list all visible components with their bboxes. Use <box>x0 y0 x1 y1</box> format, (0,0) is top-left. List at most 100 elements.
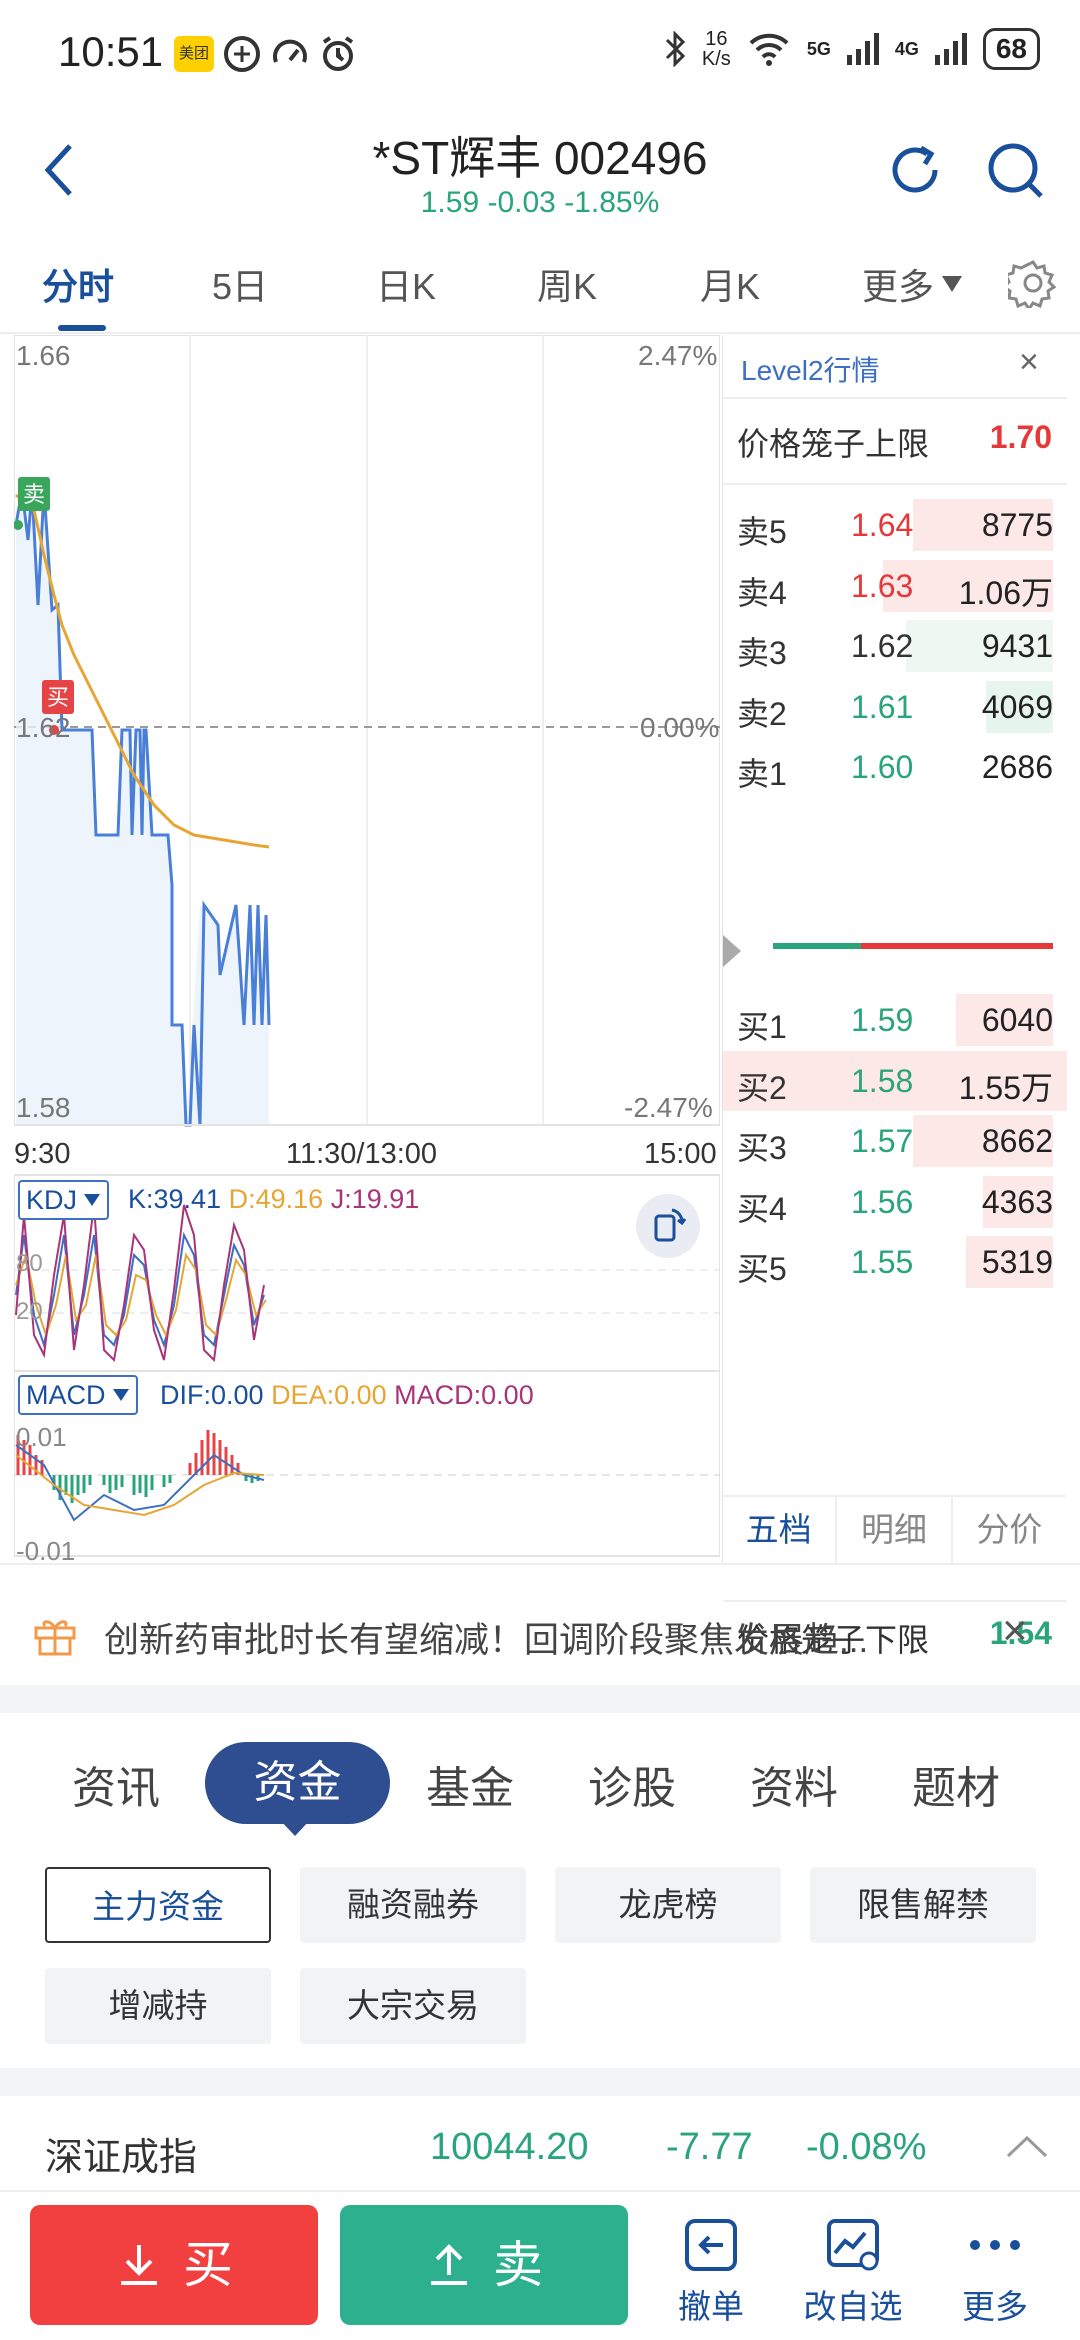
refresh-button[interactable] <box>885 140 945 205</box>
cancel-order-icon <box>685 2219 737 2271</box>
status-icons-right: 16 K/s 5G 4G 68 <box>664 28 1040 70</box>
ask-volume: 8775 <box>981 507 1053 543</box>
ask-label: 卖5 <box>737 514 787 550</box>
bid-label: 买1 <box>737 1009 787 1045</box>
upper-limit-label: 价格笼子上限 <box>737 426 930 462</box>
macd-values: DIF:0.00 DEA:0.00 MACD:0.00 <box>160 1380 534 1410</box>
price-high-label: 1.66 <box>16 340 71 371</box>
tab-details[interactable]: 明细 <box>837 1497 953 1565</box>
pct-low-label: -2.47% <box>624 1092 713 1123</box>
cat-fund[interactable]: 基金 <box>426 1752 514 1816</box>
bid-price: 1.56 <box>851 1183 914 1220</box>
alarm-icon <box>322 36 354 71</box>
more-button[interactable]: 更多 <box>940 2210 1050 2328</box>
tab-monthly-k[interactable]: 月K <box>700 258 760 310</box>
cancel-order-button[interactable]: 撤单 <box>656 2210 766 2328</box>
ask-row[interactable]: 卖1 1.60 2686 <box>723 737 1067 797</box>
ask-row[interactable]: 卖2 1.61 4069 <box>723 677 1067 737</box>
tab-daily-k[interactable]: 日K <box>376 258 436 310</box>
rotate-icon <box>654 1208 687 1242</box>
cat-profile[interactable]: 资料 <box>750 1752 838 1816</box>
bid-row[interactable]: 买3 1.57 8662 <box>723 1111 1067 1171</box>
ask-volume: 1.06万 <box>958 574 1053 611</box>
rotate-screen-button[interactable] <box>636 1194 700 1258</box>
kdj-values: K:39.41 D:49.16 J:19.91 <box>128 1184 420 1214</box>
ask-volume: 2686 <box>981 749 1053 785</box>
more-icon <box>970 2240 1020 2250</box>
bid-row[interactable]: 买5 1.55 5319 <box>723 1232 1067 1292</box>
tab-more[interactable]: 更多 <box>862 258 964 310</box>
news-text[interactable]: 创新药审批时长有望缩减！回调阶段聚焦发展趋... <box>104 1612 984 1663</box>
ask-row[interactable]: 卖3 1.62 9431 <box>723 616 1067 676</box>
search-icon <box>988 143 1043 198</box>
tab-intraday[interactable]: 分时 <box>42 258 114 310</box>
bid-label: 买3 <box>737 1130 787 1166</box>
price-low-label: 1.58 <box>16 1092 71 1123</box>
buy-button[interactable]: 买 <box>30 2205 318 2325</box>
chip-margin[interactable]: 融资融券 <box>300 1867 526 1943</box>
ask-row[interactable]: 卖4 1.63 1.06万 <box>723 556 1067 616</box>
time-start-label: 9:30 <box>14 1138 71 1170</box>
ask-price: 1.62 <box>851 628 914 664</box>
ask-row[interactable]: 卖5 1.64 8775 <box>723 495 1067 555</box>
pct-mid-label: 0.00% <box>640 712 720 743</box>
pct-high-label: 2.47% <box>638 340 718 371</box>
level2-close-button[interactable]: × <box>1019 343 1039 382</box>
bid-volume: 1.55万 <box>958 1069 1053 1106</box>
ask-price: 1.61 <box>851 688 914 725</box>
index-change: -7.77 <box>666 2126 753 2168</box>
section-divider <box>0 1685 1080 1713</box>
tab-underline <box>58 325 106 331</box>
bid-row[interactable]: 买4 1.56 4363 <box>723 1172 1067 1232</box>
kdj-80-label: 80 <box>16 1250 43 1277</box>
section-divider <box>0 2068 1080 2096</box>
search-button[interactable] <box>985 140 1047 207</box>
kdj-selector[interactable]: KDJ <box>18 1180 110 1220</box>
bid-label: 买2 <box>737 1069 787 1106</box>
tab-five-levels[interactable]: 五档 <box>722 1497 838 1565</box>
macd-selector[interactable]: MACD <box>18 1375 138 1415</box>
ask-label: 卖4 <box>737 574 787 611</box>
refresh-icon <box>892 145 938 193</box>
chip-main-funds[interactable]: 主力资金 <box>45 1867 271 1943</box>
index-name[interactable]: 深证成指 <box>45 2126 197 2181</box>
battery-icon: 68 <box>982 28 1040 70</box>
bid-ask-ratio-bar <box>773 943 1053 949</box>
cat-funds-flow[interactable]: 资金 <box>205 1742 390 1824</box>
triangle-down-icon <box>84 1194 101 1206</box>
cat-diagnosis[interactable]: 诊股 <box>588 1752 676 1816</box>
edit-watchlist-button[interactable]: 改自选 <box>798 2210 908 2328</box>
index-value: 10044.20 <box>430 2126 589 2168</box>
chip-dragon-tiger[interactable]: 龙虎榜 <box>555 1867 781 1943</box>
chip-holdings-change[interactable]: 增减持 <box>45 1968 271 2044</box>
signal-4g-icon <box>934 33 967 65</box>
chip-block-trade[interactable]: 大宗交易 <box>300 1968 526 2044</box>
tab-5day[interactable]: 5日 <box>212 258 268 310</box>
sell-icon <box>431 2244 467 2285</box>
chip-unlock[interactable]: 限售解禁 <box>810 1867 1036 1943</box>
ask-price: 1.63 <box>851 567 914 604</box>
tab-price-dist[interactable]: 分价 <box>953 1497 1066 1565</box>
gear-icon <box>1001 260 1057 312</box>
cat-theme[interactable]: 题材 <box>912 1752 1000 1816</box>
news-banner[interactable]: 创新药审批时长有望缩减！回调阶段聚焦发展趋... × <box>0 1590 1080 1680</box>
sell-button[interactable]: 卖 <box>340 2205 628 2325</box>
cat-news[interactable]: 资讯 <box>72 1752 160 1816</box>
bid-row[interactable]: 买2 1.58 1.55万 <box>723 1050 1067 1111</box>
bid-volume: 5319 <box>981 1244 1053 1280</box>
gift-icon <box>34 1620 76 1656</box>
collapse-arrow-icon[interactable] <box>721 931 745 971</box>
ask-volume: 9431 <box>981 628 1053 664</box>
tab-weekly-k[interactable]: 周K <box>537 258 597 310</box>
index-pct: -0.08% <box>806 2126 927 2168</box>
time-mid-label: 11:30/13:00 <box>286 1138 438 1170</box>
bid-row[interactable]: 买1 1.59 6040 <box>723 990 1067 1050</box>
chevron-up-icon[interactable] <box>1004 2130 1050 2160</box>
ask-label: 卖3 <box>737 635 787 671</box>
kdj-20-label: 20 <box>16 1298 43 1325</box>
speed-icon <box>224 36 260 72</box>
settings-button[interactable] <box>1001 258 1058 313</box>
news-close-button[interactable]: × <box>1002 1606 1028 1656</box>
time-end-label: 15:00 <box>644 1138 717 1170</box>
level2-tabs: 五档 明细 分价 <box>722 1495 1066 1565</box>
